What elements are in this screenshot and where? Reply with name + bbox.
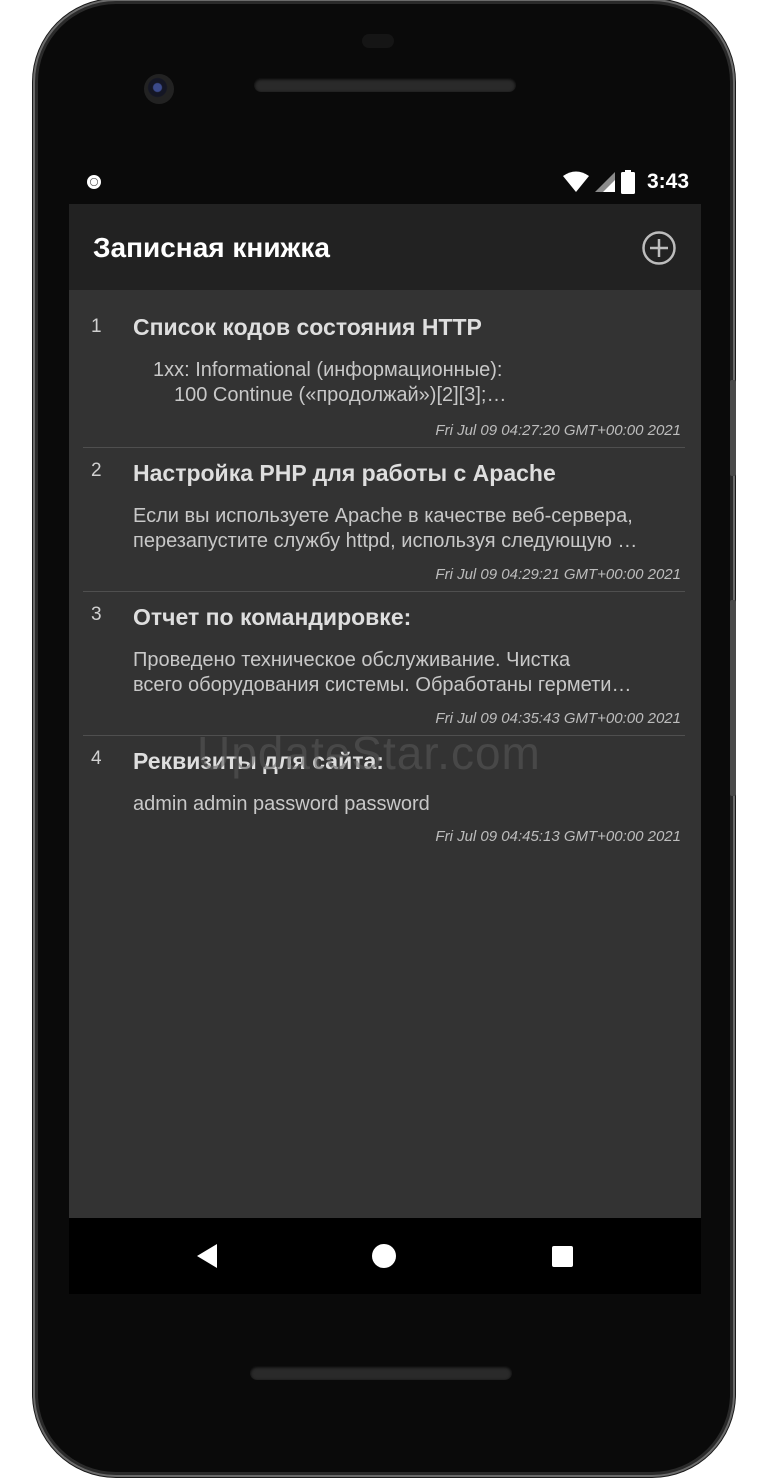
- note-number: 1: [91, 316, 102, 337]
- note-title: Настройка PHP для работы с Apache: [133, 460, 556, 486]
- note-date: Fri Jul 09 04:27:20 GMT+00:00 2021: [435, 422, 681, 439]
- app-screen: Записная книжка 1 Список кодов состояния…: [69, 204, 701, 1218]
- note-date: Fri Jul 09 04:29:21 GMT+00:00 2021: [435, 566, 681, 583]
- phone-frame: 3:43 Записная книжка 1 Список кодов сост…: [38, 4, 730, 1472]
- recent-apps-icon[interactable]: [552, 1246, 573, 1267]
- note-body-line: всего оборудования системы. Обработаны г…: [133, 674, 632, 696]
- note-title: Реквизиты для сайта:: [133, 748, 384, 774]
- note-number: 2: [91, 460, 102, 481]
- front-camera: [144, 74, 174, 104]
- cell-signal-icon: [594, 172, 615, 192]
- status-icons: 3:43: [562, 170, 689, 194]
- note-body-line: 1xx: Informational (информационные):: [153, 359, 503, 381]
- top-speaker: [254, 78, 516, 92]
- note-body-line: Если вы используете Apache в качестве ве…: [133, 505, 633, 527]
- power-button: [730, 380, 736, 476]
- status-bar: 3:43: [69, 166, 701, 204]
- battery-icon: [620, 170, 635, 194]
- note-number: 3: [91, 604, 102, 625]
- note-body-line: перезапустите службу httpd, используя сл…: [133, 530, 638, 552]
- note-item-3[interactable]: 3 Отчет по командировке: Проведено техни…: [83, 592, 685, 736]
- note-title: Отчет по командировке:: [133, 604, 412, 630]
- note-body-line: Проведено техническое обслуживание. Чист…: [133, 649, 571, 671]
- status-time: 3:43: [646, 170, 689, 193]
- bottom-speaker: [250, 1366, 512, 1380]
- note-title: Список кодов состояния HTTP: [133, 314, 482, 340]
- back-icon[interactable]: [197, 1244, 217, 1268]
- note-item-4[interactable]: 4 Реквизиты для сайта: admin admin passw…: [83, 736, 685, 854]
- note-date: Fri Jul 09 04:35:43 GMT+00:00 2021: [435, 710, 681, 727]
- note-body: Проведено техническое обслуживание. Чист…: [133, 648, 681, 698]
- note-body: Если вы используете Apache в качестве ве…: [133, 504, 681, 554]
- home-icon[interactable]: [372, 1244, 396, 1268]
- note-body: 1xx: Informational (информационные): 100…: [153, 358, 701, 408]
- note-number: 4: [91, 748, 102, 769]
- note-body-line: 100 Continue («продолжай»)[2][3];…: [174, 384, 507, 406]
- volume-button: [730, 600, 736, 796]
- app-bar: Записная книжка: [69, 204, 701, 290]
- notification-dot-icon: [87, 175, 101, 189]
- note-body-line: admin admin password password: [133, 793, 430, 815]
- wifi-icon: [562, 171, 589, 192]
- plus-circle-icon[interactable]: [641, 230, 677, 266]
- app-title: Записная книжка: [93, 232, 330, 263]
- note-date: Fri Jul 09 04:45:13 GMT+00:00 2021: [435, 828, 681, 845]
- note-item-1[interactable]: 1 Список кодов состояния HTTP 1xx: Infor…: [83, 290, 685, 448]
- note-body: admin admin password password: [133, 792, 681, 817]
- navigation-bar: [69, 1218, 701, 1294]
- proximity-sensor: [362, 34, 394, 48]
- note-item-2[interactable]: 2 Настройка PHP для работы с Apache Если…: [83, 448, 685, 592]
